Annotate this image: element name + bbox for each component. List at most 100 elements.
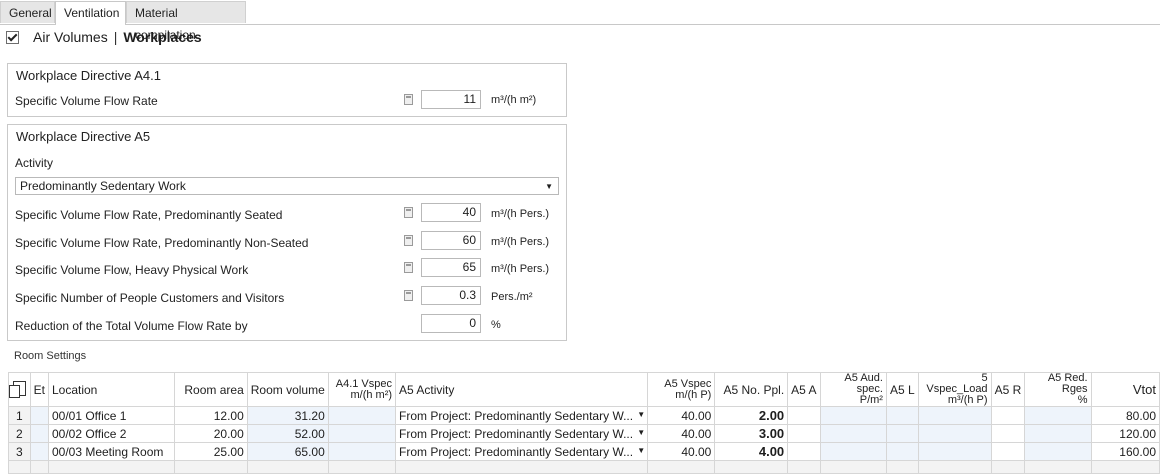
tab-ventilation[interactable]: Ventilation: [55, 1, 126, 25]
vspec-cell[interactable]: 40.00: [647, 442, 716, 461]
a41-vspec-cell[interactable]: [327, 424, 397, 443]
air-volumes-checkbox[interactable]: [6, 30, 19, 44]
tab-general[interactable]: General: [0, 1, 55, 23]
a5-a-cell[interactable]: [787, 406, 821, 425]
col-vtot[interactable]: Vtot: [1090, 372, 1160, 407]
calculator-icon[interactable]: [404, 262, 413, 273]
aud-cell[interactable]: [819, 406, 887, 425]
et-cell[interactable]: [29, 424, 49, 443]
et-cell[interactable]: [29, 406, 49, 425]
table-row[interactable]: 3 00/03 Meeting Room 25.00 65.00 From Pr…: [8, 442, 1160, 461]
area-cell[interactable]: 25.00: [174, 442, 248, 461]
a5-reduction-field[interactable]: 0: [421, 314, 481, 333]
a5-people-field[interactable]: 0.3: [421, 286, 481, 305]
red-cell[interactable]: [1024, 424, 1092, 443]
col-a5-activity[interactable]: A5 Activity: [395, 372, 649, 407]
a5-a-cell[interactable]: [787, 442, 821, 461]
empty-cell: [714, 460, 789, 474]
vspec-cell[interactable]: 40.00: [647, 406, 716, 425]
area-cell[interactable]: 20.00: [174, 424, 248, 443]
vtot-cell[interactable]: 80.00: [1090, 406, 1160, 425]
vload-cell[interactable]: [917, 406, 992, 425]
a41-vspec-cell[interactable]: [327, 406, 397, 425]
chevron-down-icon: ▼: [545, 182, 553, 191]
table-row[interactable]: 2 00/02 Office 2 20.00 52.00 From Projec…: [8, 424, 1160, 443]
ppl-cell[interactable]: 4.00: [714, 442, 789, 461]
red-cell[interactable]: [1024, 442, 1092, 461]
tab-bar: General Ventilation Material compilation: [0, 0, 1160, 42]
col-a5-vspec-load[interactable]: 5 Vspec_Load m³/(h P): [917, 372, 992, 407]
col-a5-r[interactable]: A5 R: [990, 372, 1026, 407]
chevron-down-icon[interactable]: ▼: [637, 428, 645, 437]
col-a5-red-rges[interactable]: A5 Red. Rges%: [1024, 372, 1092, 407]
red-cell[interactable]: [1024, 406, 1092, 425]
activity-cell[interactable]: From Project: Predominantly Sedentary W.…: [395, 424, 649, 443]
ppl-cell[interactable]: 3.00: [714, 424, 789, 443]
a41-vspec-cell[interactable]: [327, 442, 397, 461]
col-a5-no-ppl[interactable]: A5 No. Ppl.: [714, 372, 789, 407]
vload-cell[interactable]: [917, 424, 992, 443]
col-a5-aud-line1: A5 Aud. spec.: [844, 372, 883, 395]
a5-heavy-field[interactable]: 65: [421, 258, 481, 277]
area-cell[interactable]: 12.00: [174, 406, 248, 425]
location-cell[interactable]: 00/02 Office 2: [47, 424, 176, 443]
empty-cell: [395, 460, 649, 474]
tab-material-compilation[interactable]: Material compilation: [126, 1, 246, 42]
table-row[interactable]: 1 00/01 Office 1 12.00 31.20 From Projec…: [8, 406, 1160, 425]
volume-cell[interactable]: 65.00: [246, 442, 329, 461]
location-cell[interactable]: 00/03 Meeting Room: [47, 442, 176, 461]
vspec-cell[interactable]: 40.00: [647, 424, 716, 443]
calculator-icon[interactable]: [404, 235, 413, 246]
col-a41-vspec[interactable]: A4.1 Vspec m/(h m²): [327, 372, 397, 407]
location-cell[interactable]: 00/01 Office 1: [47, 406, 176, 425]
a5-seated-field[interactable]: 40: [421, 203, 481, 222]
empty-cell: [990, 460, 1026, 474]
col-room-area[interactable]: Room area: [174, 372, 248, 407]
empty-cell: [1024, 460, 1092, 474]
col-location[interactable]: Location: [47, 372, 176, 407]
volume-cell[interactable]: 52.00: [246, 424, 329, 443]
col-a5-aud-spec[interactable]: A5 Aud. spec. P/m²: [819, 372, 887, 407]
a5-r-cell[interactable]: [990, 424, 1026, 443]
calculator-icon[interactable]: [404, 94, 413, 105]
aud-cell[interactable]: [819, 442, 887, 461]
vload-cell[interactable]: [917, 442, 992, 461]
et-cell[interactable]: [29, 442, 49, 461]
empty-cell: [819, 460, 887, 474]
calculator-icon[interactable]: [404, 290, 413, 301]
vtot-cell[interactable]: 120.00: [1090, 424, 1160, 443]
col-a5-red-line1: A5 Red. Rges: [1047, 372, 1088, 395]
vtot-cell[interactable]: 160.00: [1090, 442, 1160, 461]
activity-select[interactable]: Predominantly Sedentary Work ▼: [15, 177, 559, 195]
row-index: 2: [8, 424, 31, 443]
a5-nonseated-field[interactable]: 60: [421, 231, 481, 250]
a5-l-cell[interactable]: [885, 424, 919, 443]
copy-column-header[interactable]: [8, 372, 31, 407]
col-a5-vspec[interactable]: A5 Vspec m/(h P): [647, 372, 716, 407]
ppl-cell[interactable]: 2.00: [714, 406, 789, 425]
calculator-icon[interactable]: [404, 207, 413, 218]
chevron-down-icon[interactable]: ▼: [637, 446, 645, 455]
col-et[interactable]: Et: [29, 372, 49, 407]
activity-cell[interactable]: From Project: Predominantly Sedentary W.…: [395, 406, 649, 425]
activity-cell[interactable]: From Project: Predominantly Sedentary W.…: [395, 442, 649, 461]
a5-heavy-label: Specific Volume Flow, Heavy Physical Wor…: [15, 263, 249, 277]
empty-cell: [29, 460, 49, 474]
aud-cell[interactable]: [819, 424, 887, 443]
a5-l-cell[interactable]: [885, 442, 919, 461]
a41-unit: m³/(h m²): [491, 94, 537, 106]
a41-value-field[interactable]: 11: [421, 90, 481, 109]
header-separator: |: [113, 29, 118, 45]
copy-icon[interactable]: [9, 380, 26, 398]
col-room-volume[interactable]: Room volume: [246, 372, 329, 407]
a41-title: Workplace Directive A4.1: [16, 68, 161, 83]
a5-a-cell[interactable]: [787, 424, 821, 443]
chevron-down-icon[interactable]: ▼: [637, 410, 645, 419]
col-a5-a[interactable]: A5 A: [787, 372, 821, 407]
a5-r-cell[interactable]: [990, 406, 1026, 425]
a5-r-cell[interactable]: [990, 442, 1026, 461]
a5-l-cell[interactable]: [885, 406, 919, 425]
page-title: Workplaces: [123, 29, 202, 45]
volume-cell[interactable]: 31.20: [246, 406, 329, 425]
col-a5-l[interactable]: A5 L: [885, 372, 919, 407]
